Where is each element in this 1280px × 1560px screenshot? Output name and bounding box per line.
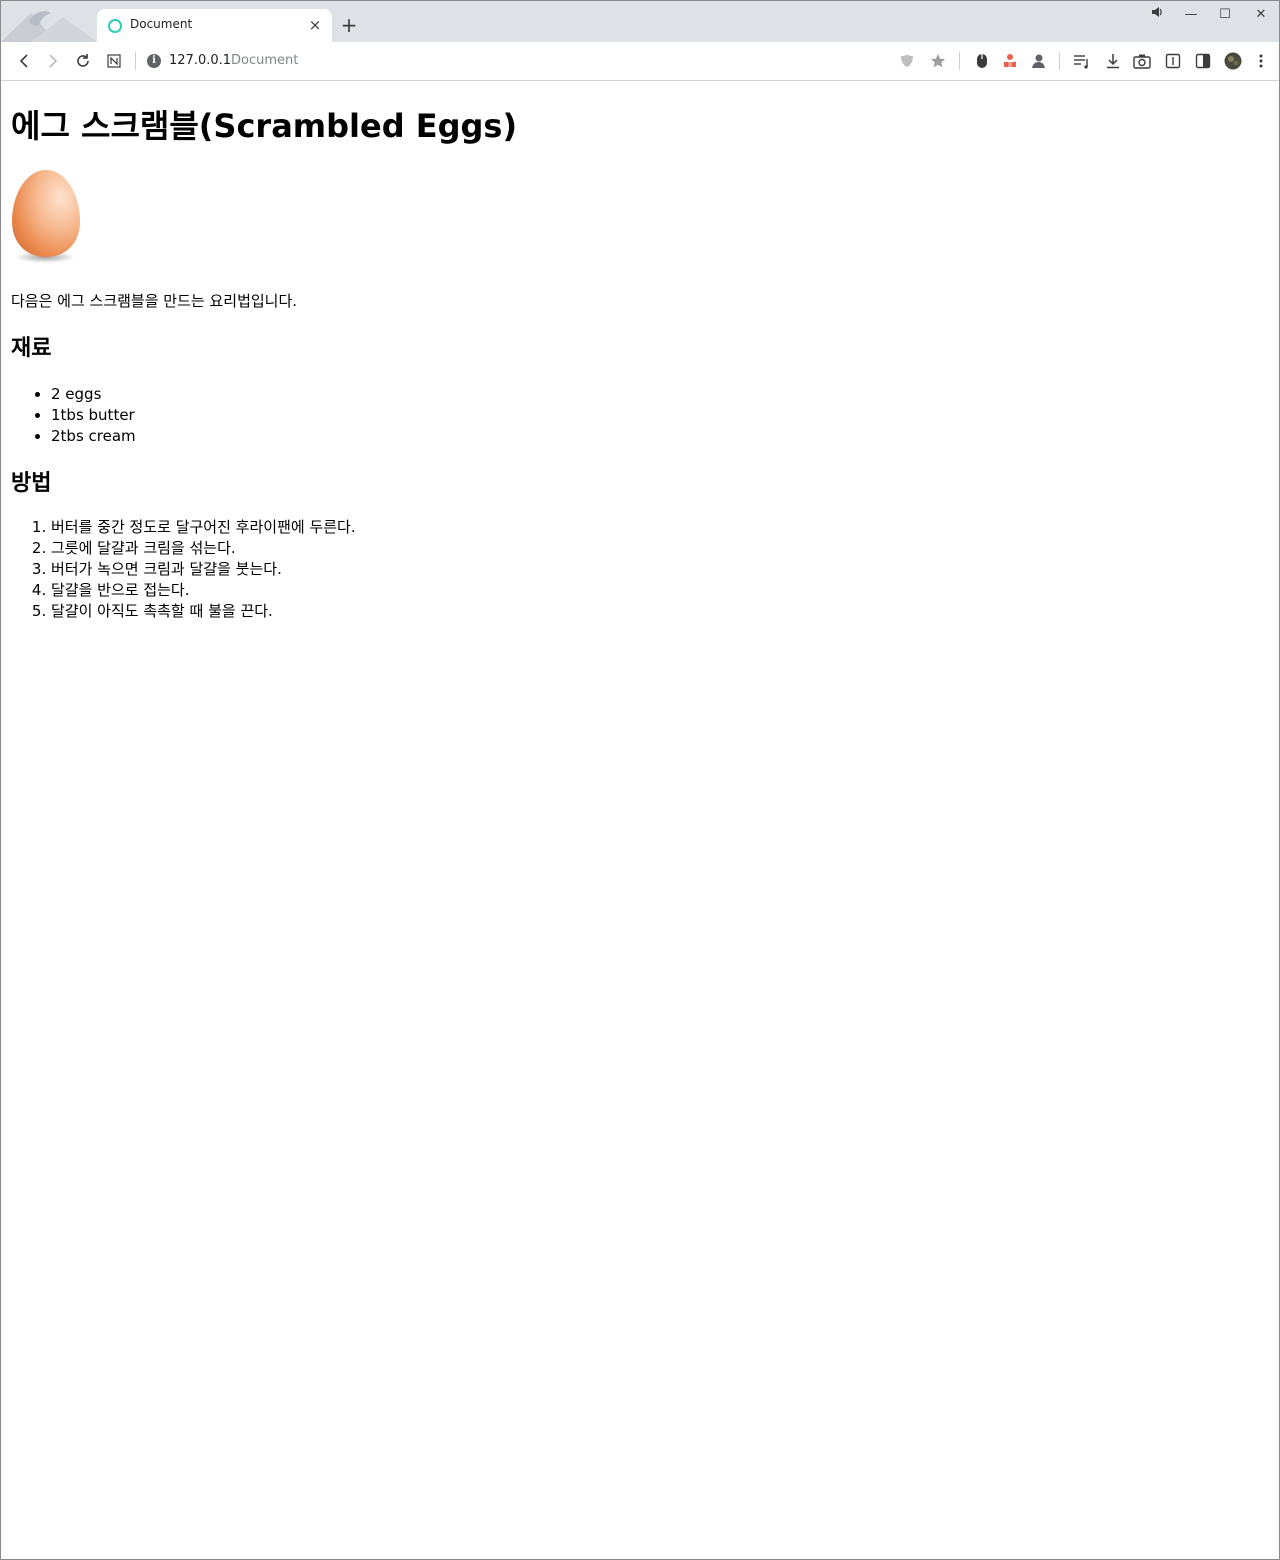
favicon-icon [108,19,122,33]
list-item: 그릇에 달걀과 크림을 섞는다. [51,538,1269,559]
theme-decoration [1,1,97,42]
list-item: 1tbs butter [51,405,1269,426]
playlist-icon[interactable] [1072,51,1092,71]
list-item: 2tbs cream [51,426,1269,447]
mouse-icon[interactable] [972,51,992,71]
download-icon[interactable] [1103,51,1123,71]
egg-image [12,170,80,263]
close-window-button[interactable]: ✕ [1251,5,1271,25]
notion-icon[interactable] [104,51,124,71]
extension-icon[interactable] [1000,51,1020,71]
shield-icon[interactable] [897,51,917,71]
divider [135,52,136,70]
speaker-icon[interactable] [1147,5,1167,25]
list-item: 달걀을 반으로 접는다. [51,580,1269,601]
toolbar: i 127.0.0.1 Document [1,42,1279,81]
list-item: 2 eggs [51,384,1269,405]
ingredients-heading: 재료 [11,336,52,361]
close-tab-icon[interactable]: × [306,16,324,34]
page-title: 에그 스크램블(Scrambled Eggs) [11,107,518,145]
avatar[interactable] [1223,51,1243,71]
minimize-button[interactable]: — [1181,5,1201,25]
divider [959,52,960,70]
tab-title: Document [130,17,193,31]
back-icon[interactable] [14,51,34,71]
menu-icon[interactable] [1251,51,1271,71]
url-page-title[interactable]: Document [231,53,298,68]
reader-icon[interactable] [1163,51,1183,71]
camera-icon[interactable] [1132,51,1152,71]
reload-icon[interactable] [73,51,93,71]
intro-text: 다음은 에그 스크램블을 만드는 요리법입니다. [11,292,298,310]
page-content: 에그 스크램블(Scrambled Eggs) 다음은 에그 스크램블을 만드는… [2,82,1278,1559]
maximize-button[interactable]: ☐ [1215,5,1235,25]
tab-strip: Document × + — ☐ ✕ [1,1,1279,42]
tab-document[interactable]: Document × [97,9,332,42]
user-icon[interactable] [1028,51,1048,71]
browser-window: Document × + — ☐ ✕ i 127.0.0.1 Document [0,0,1280,1560]
list-item: 달걀이 아직도 촉촉할 때 불을 끈다. [51,601,1269,622]
star-icon[interactable] [928,51,948,71]
method-heading: 방법 [11,471,52,496]
list-item: 버터가 녹으면 크림과 달걀을 붓는다. [51,559,1269,580]
list-item: 버터를 중간 정도로 달구어진 후라이팬에 두른다. [51,517,1269,538]
ingredients-list: 2 eggs 1tbs butter 2tbs cream [11,384,1269,447]
forward-icon[interactable] [43,51,63,71]
steps-list: 버터를 중간 정도로 달구어진 후라이팬에 두른다. 그릇에 달걀과 크림을 섞… [11,517,1269,622]
sidebar-icon[interactable] [1193,51,1213,71]
url-host[interactable]: 127.0.0.1 [169,53,231,68]
info-icon[interactable]: i [147,54,161,68]
divider [1059,52,1060,70]
new-tab-button[interactable]: + [339,15,359,35]
